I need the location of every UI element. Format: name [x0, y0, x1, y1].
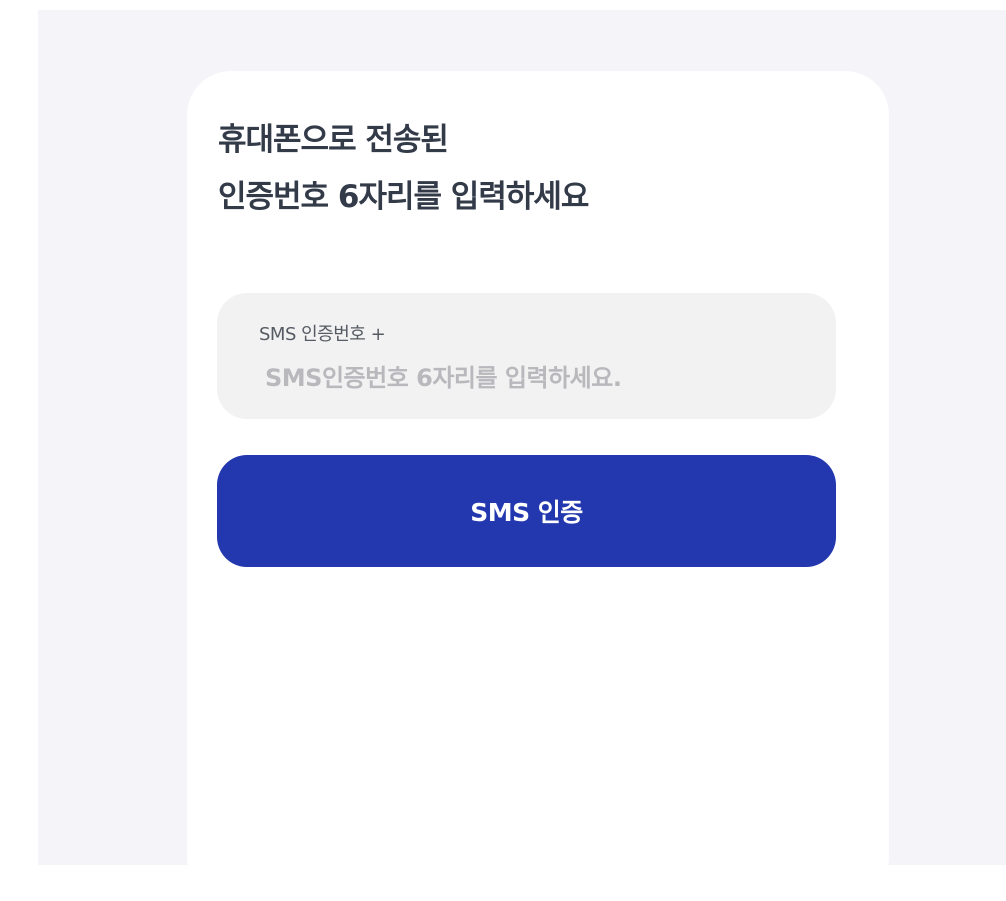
page-title: 휴대폰으로 전송된 인증번호 6자리를 입력하세요 — [218, 112, 589, 226]
sms-verify-button[interactable]: SMS 인증 — [217, 455, 836, 567]
sms-code-label: SMS 인증번호 + — [259, 324, 386, 345]
sms-code-input-container[interactable]: SMS 인증번호 + — [217, 293, 836, 419]
page-title-line-2: 인증번호 6자리를 입력하세요 — [218, 179, 589, 215]
page-title-line-1: 휴대폰으로 전송된 — [218, 122, 449, 158]
sms-code-input[interactable] — [265, 361, 805, 395]
